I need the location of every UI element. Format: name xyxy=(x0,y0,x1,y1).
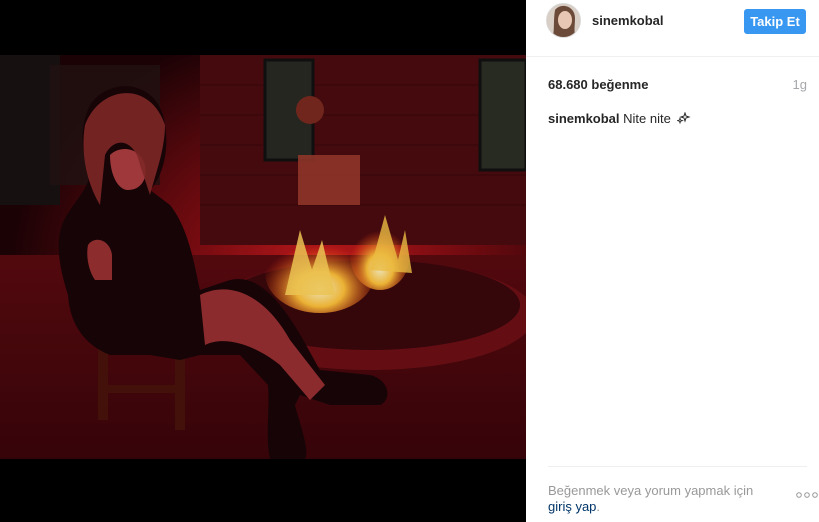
login-prompt-text: Beğenmek veya yorum yapmak için xyxy=(548,483,754,498)
follow-button[interactable]: Takip Et xyxy=(744,9,806,34)
caption-username[interactable]: sinemkobal xyxy=(548,111,620,126)
sparkles-icon xyxy=(677,112,692,124)
caption-text: Nite nite xyxy=(623,111,671,126)
post-photo[interactable] xyxy=(0,55,526,459)
post-time[interactable]: 1g xyxy=(793,77,807,92)
media-pane xyxy=(0,0,526,522)
post-footer: Beğenmek veya yorum yapmak için giriş ya… xyxy=(548,466,818,522)
likes-count[interactable]: 68.680 beğenme xyxy=(548,77,648,92)
avatar-image xyxy=(547,4,580,37)
avatar[interactable] xyxy=(546,3,581,38)
more-options-icon[interactable] xyxy=(795,490,819,500)
login-prompt-suffix: . xyxy=(596,499,601,514)
caption: sinemkobal Nite nite xyxy=(548,111,692,126)
post-sidebar: sinemkobal Takip Et 68.680 beğenme 1g si… xyxy=(526,0,819,522)
post-header: sinemkobal Takip Et xyxy=(526,0,819,57)
login-prompt: Beğenmek veya yorum yapmak için giriş ya… xyxy=(548,483,778,515)
login-link[interactable]: giriş yap xyxy=(548,499,596,514)
username-link[interactable]: sinemkobal xyxy=(592,13,664,28)
